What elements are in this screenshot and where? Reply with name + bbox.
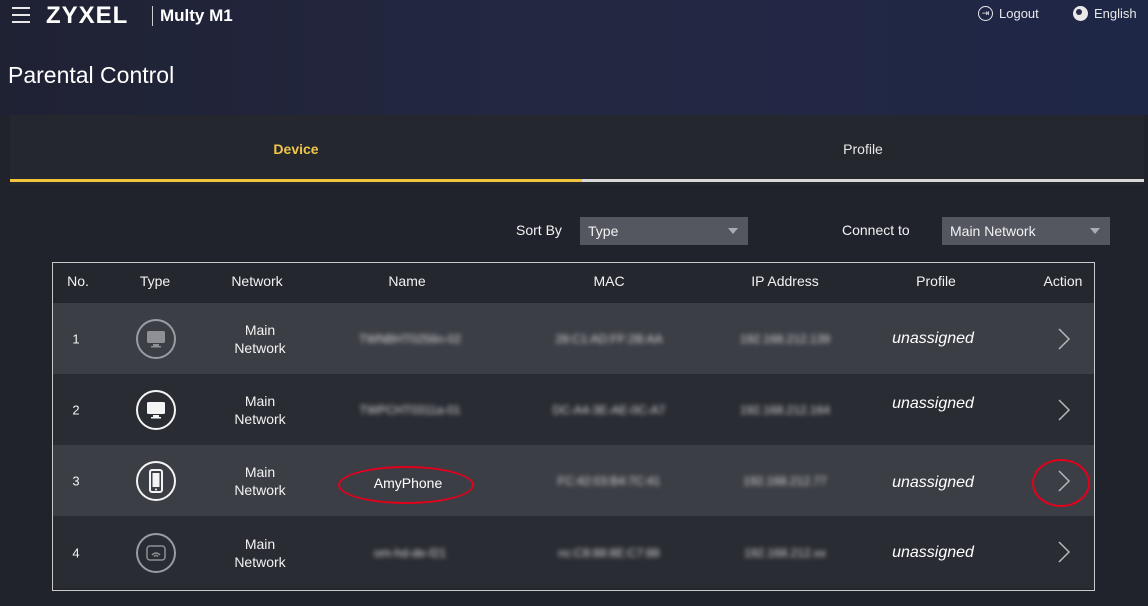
language-selector[interactable]: English <box>1073 6 1137 21</box>
network-cell: Main Network <box>234 463 285 499</box>
connect-to-value: Main Network <box>950 223 1036 239</box>
column-header-type: Type <box>139 273 171 289</box>
chevron-right-icon <box>1058 328 1071 350</box>
profile-value: unassigned <box>892 395 974 412</box>
network-line-1: Main <box>244 464 276 480</box>
connect-to-label: Connect to <box>842 222 910 238</box>
ip-address: 192.168.212.xx <box>743 546 827 560</box>
column-header-name: Name <box>388 273 426 289</box>
logout-icon: ⇥ <box>978 6 993 21</box>
device-type <box>136 390 176 430</box>
profile-value: unassigned <box>892 330 974 347</box>
profile-value: unassigned <box>892 544 974 561</box>
sort-by-value: Type <box>588 223 619 239</box>
row-number: 4 <box>72 545 80 561</box>
network-cell: Main Network <box>234 392 285 428</box>
table-row: 1 Main Network TWNBHT0256n-02 28:C1:AD:F… <box>53 303 1094 374</box>
ip-address: 192.168.212.164 <box>739 403 831 417</box>
row-number: 2 <box>72 402 80 418</box>
column-header-ip-address: IP Address <box>751 273 819 289</box>
column-header-profile: Profile <box>916 273 956 289</box>
network-line-1: Main <box>244 536 276 552</box>
highlight-ellipse-name <box>338 466 474 504</box>
device-name: om-hd-de-f21 <box>373 546 447 560</box>
monitor-icon <box>136 390 176 430</box>
network-line-1: Main <box>244 322 276 338</box>
network-line-2: Network <box>234 411 286 427</box>
row-action-button[interactable] <box>1046 392 1082 428</box>
network-line-2: Network <box>234 554 286 570</box>
product-name: Multy M1 <box>160 6 233 25</box>
page-title: Parental Control <box>8 62 175 88</box>
mac-address: DC-A4-3E-AE-0C-A7 <box>552 403 666 417</box>
tab-profile[interactable]: Profile <box>582 115 1144 182</box>
sort-by-select[interactable]: Type <box>580 217 748 245</box>
network-cell: Main Network <box>234 535 285 571</box>
device-type <box>136 319 176 359</box>
monitor-icon <box>136 319 176 359</box>
column-header-mac: MAC <box>593 273 625 289</box>
network-line-2: Network <box>234 340 286 356</box>
logout-button[interactable]: ⇥ Logout <box>978 6 1039 21</box>
connect-to-select[interactable]: Main Network <box>942 217 1110 245</box>
row-action-button[interactable] <box>1046 321 1082 357</box>
tab-active-indicator <box>10 179 582 182</box>
table-row: 2 Main Network TWPCHT0311a-01 DC-A4-3E-A… <box>53 374 1094 445</box>
globe-icon <box>1073 6 1088 21</box>
row-action-button[interactable] <box>1046 534 1082 570</box>
device-name: TWNBHT0256n-02 <box>358 332 462 346</box>
device-type <box>136 533 176 573</box>
column-header-action: Action <box>1043 273 1083 289</box>
table-row: 4 Main Network om-hd-de-f21 nc:C8:88:8E:… <box>53 516 1094 588</box>
tab-inactive-indicator <box>582 179 1144 182</box>
tab-bar: Device Profile <box>10 115 1144 185</box>
chevron-right-icon <box>1058 541 1071 563</box>
profile-value: unassigned <box>892 474 974 491</box>
chevron-down-icon <box>728 228 738 234</box>
chevron-down-icon <box>1090 228 1100 234</box>
brand-divider <box>152 6 153 26</box>
table-row: 3 Main Network AmyPhone FC:42:03:B4:7C:4… <box>53 445 1094 516</box>
device-type <box>136 461 176 501</box>
hamburger-menu-icon[interactable] <box>12 7 30 23</box>
mac-address: nc:C8:88:8E:C7:88 <box>558 546 660 560</box>
logout-label: Logout <box>999 6 1039 21</box>
mac-address: 28:C1:AD:FF:2B:AA <box>555 332 663 346</box>
row-number: 3 <box>72 473 80 489</box>
network-cell: Main Network <box>234 321 285 357</box>
column-header-network: Network <box>231 273 283 289</box>
brand-logo: ZYXEL <box>46 2 129 29</box>
network-line-2: Network <box>234 482 286 498</box>
mac-address: FC:42:03:B4:7C:41 <box>557 474 661 488</box>
highlight-ellipse-action <box>1032 459 1090 507</box>
tab-device[interactable]: Device <box>10 115 582 182</box>
ip-address: 192.168.212.139 <box>739 332 831 346</box>
column-header-no: No. <box>67 273 89 289</box>
router-icon <box>136 533 176 573</box>
app-window: ZYXEL Multy M1 ⇥ Logout English Parental… <box>0 0 1148 606</box>
device-name: TWPCHT0311a-01 <box>359 403 461 417</box>
sort-by-label: Sort By <box>516 222 562 238</box>
network-line-1: Main <box>244 393 276 409</box>
chevron-right-icon <box>1058 399 1071 421</box>
ip-address: 192.168.212.77 <box>743 474 827 488</box>
header: ZYXEL Multy M1 ⇥ Logout English Parental… <box>0 0 1148 115</box>
row-number: 1 <box>72 331 80 347</box>
phone-icon <box>136 461 176 501</box>
language-label: English <box>1094 6 1137 21</box>
